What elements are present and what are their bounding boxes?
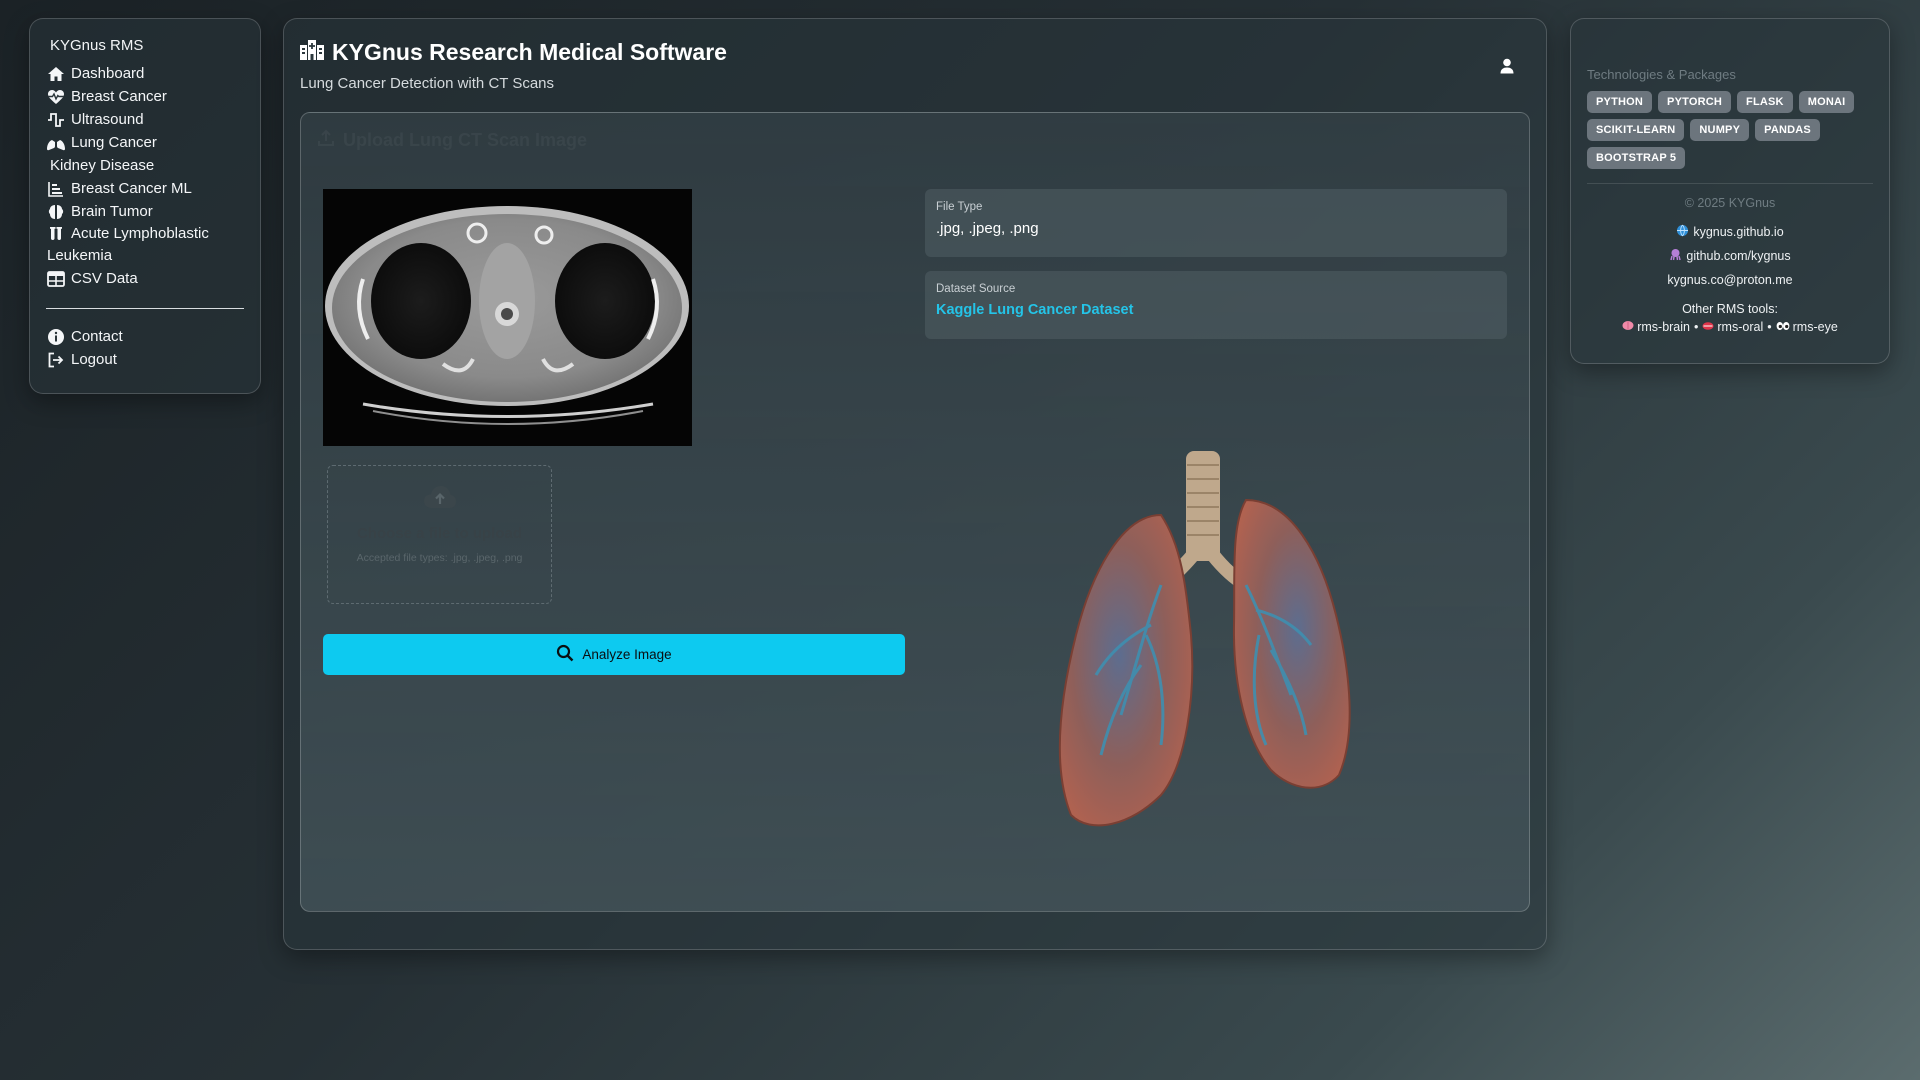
sidebar-item-label: Ultrasound xyxy=(71,111,144,128)
analyze-image-button[interactable]: Analyze Image xyxy=(323,634,905,675)
email-label: kygnus.co@proton.me xyxy=(1667,273,1793,287)
sidebar-item-label: Acute Lymphoblastic Leukemia xyxy=(47,225,209,264)
bar-chart-icon xyxy=(46,180,66,198)
other-tools-title: Other RMS tools: xyxy=(1682,302,1778,316)
search-icon xyxy=(556,644,574,665)
dropzone-title: Choose a file to upload xyxy=(356,525,522,542)
file-dropzone[interactable]: Choose a file to upload Accepted file ty… xyxy=(327,465,552,604)
other-tools-list: rms-brain • rms-oral • rms-eye xyxy=(1587,320,1873,334)
hospital-icon xyxy=(299,39,325,66)
sidebar-item-breast-cancer[interactable]: Breast Cancer xyxy=(46,85,244,108)
badge-numpy: NUMPY xyxy=(1690,119,1750,141)
tech-divider xyxy=(1587,183,1873,184)
tool-rms-eye[interactable]: rms-eye xyxy=(1776,320,1838,334)
copyright: © 2025 KYGnus xyxy=(1684,196,1776,210)
heart-pulse-icon xyxy=(46,88,66,106)
sidebar-brand[interactable]: KYGnus RMS xyxy=(50,37,244,54)
table-icon xyxy=(46,270,66,288)
separator-dot: • xyxy=(1694,320,1699,334)
file-type-box: File Type .jpg, .jpeg, .png xyxy=(925,189,1507,257)
badge-bootstrap: BOOTSTRAP 5 xyxy=(1587,147,1686,169)
sidebar: KYGnus RMS Dashboard Breast Cancer Ultra… xyxy=(29,18,261,394)
info-circle-icon xyxy=(46,328,66,346)
sidebar-item-leukemia[interactable]: Acute Lymphoblastic Leukemia xyxy=(46,223,244,267)
dropzone-subtitle: Accepted file types: .jpg, .jpeg, .png xyxy=(356,552,523,564)
sidebar-item-kidney-disease[interactable]: Kidney Disease xyxy=(46,154,244,177)
badge-flask: FLASK xyxy=(1737,91,1793,113)
logout-icon xyxy=(46,351,66,369)
sidebar-item-label: Breast Cancer xyxy=(71,88,167,105)
brain-icon xyxy=(46,203,66,221)
lungs-illustration xyxy=(1001,435,1401,835)
tool-label: rms-oral xyxy=(1717,320,1764,334)
dataset-source-label: Dataset Source xyxy=(936,283,1016,295)
website-link[interactable]: kygnus.github.io xyxy=(1587,220,1873,244)
card-header: Upload Lung CT Scan Image xyxy=(317,129,587,152)
tool-rms-brain[interactable]: rms-brain xyxy=(1622,320,1690,334)
sidebar-item-ultrasound[interactable]: Ultrasound xyxy=(46,108,244,131)
eyes-icon xyxy=(1776,320,1790,334)
github-label: github.com/kygnus xyxy=(1686,249,1791,263)
upload-card: Upload Lung CT Scan Image Choose a file … xyxy=(300,112,1530,912)
website-label: kygnus.github.io xyxy=(1693,225,1784,239)
file-type-label: File Type xyxy=(936,201,983,213)
ct-scan-preview xyxy=(323,189,692,446)
card-header-title: Upload Lung CT Scan Image xyxy=(343,130,588,150)
tech-panel: Technologies & Packages PYTHON PYTORCH F… xyxy=(1570,18,1890,364)
sidebar-item-lung-cancer[interactable]: Lung Cancer xyxy=(46,131,244,154)
tech-badges: PYTHON PYTORCH FLASK MONAI SCIKIT-LEARN … xyxy=(1587,91,1877,169)
globe-icon xyxy=(1676,224,1689,240)
tool-label: rms-brain xyxy=(1637,320,1690,334)
file-type-value: .jpg, .jpeg, .png xyxy=(936,220,1039,237)
main-panel: KYGnus Research Medical Software Lung Ca… xyxy=(283,18,1547,950)
sidebar-item-label: Dashboard xyxy=(71,65,145,82)
user-icon[interactable] xyxy=(1498,57,1516,75)
sidebar-item-label: Contact xyxy=(71,328,123,345)
sidebar-item-label: Kidney Disease xyxy=(50,157,155,174)
dataset-source-box: Dataset Source Kaggle Lung Cancer Datase… xyxy=(925,271,1507,339)
sidebar-item-label: Logout xyxy=(71,351,117,368)
analyze-button-label: Analyze Image xyxy=(582,647,672,662)
sidebar-item-dashboard[interactable]: Dashboard xyxy=(46,62,244,85)
page-title: KYGnus Research Medical Software xyxy=(332,39,727,65)
upload-icon xyxy=(317,129,335,152)
brain-icon xyxy=(1622,320,1634,334)
sidebar-item-label: Breast Cancer ML xyxy=(71,180,192,197)
tech-title: Technologies & Packages xyxy=(1587,67,1736,82)
email-link[interactable]: kygnus.co@proton.me xyxy=(1587,268,1873,292)
sidebar-item-label: Brain Tumor xyxy=(71,203,153,220)
sidebar-item-brain-tumor[interactable]: Brain Tumor xyxy=(46,200,244,223)
octopus-icon xyxy=(1669,248,1682,264)
page-header: KYGnus Research Medical Software xyxy=(299,39,727,66)
badge-pytorch: PYTORCH xyxy=(1658,91,1732,113)
dataset-source-link[interactable]: Kaggle Lung Cancer Dataset xyxy=(936,302,1496,318)
separator-dot: • xyxy=(1767,320,1772,334)
badge-scikit-learn: SCIKIT-LEARN xyxy=(1587,119,1685,141)
mouth-icon xyxy=(1702,320,1714,334)
house-icon xyxy=(46,65,66,83)
sidebar-item-csv-data[interactable]: CSV Data xyxy=(46,267,244,290)
cloud-upload-icon xyxy=(423,484,457,515)
github-link[interactable]: github.com/kygnus xyxy=(1587,244,1873,268)
sidebar-item-breast-cancer-ml[interactable]: Breast Cancer ML xyxy=(46,177,244,200)
badge-python: PYTHON xyxy=(1587,91,1653,113)
sidebar-divider xyxy=(46,308,244,309)
badge-pandas: PANDAS xyxy=(1755,119,1820,141)
sidebar-item-contact[interactable]: Contact xyxy=(46,325,244,348)
tool-label: rms-eye xyxy=(1792,320,1838,334)
sidebar-item-logout[interactable]: Logout xyxy=(46,348,244,371)
page-subtitle: Lung Cancer Detection with CT Scans xyxy=(300,75,555,92)
waveform-icon xyxy=(46,111,66,129)
tool-rms-oral[interactable]: rms-oral xyxy=(1702,320,1763,334)
sidebar-item-label: CSV Data xyxy=(71,270,138,287)
badge-monai: MONAI xyxy=(1798,91,1855,113)
sidebar-item-label: Lung Cancer xyxy=(71,134,157,151)
lungs-icon xyxy=(46,134,66,152)
